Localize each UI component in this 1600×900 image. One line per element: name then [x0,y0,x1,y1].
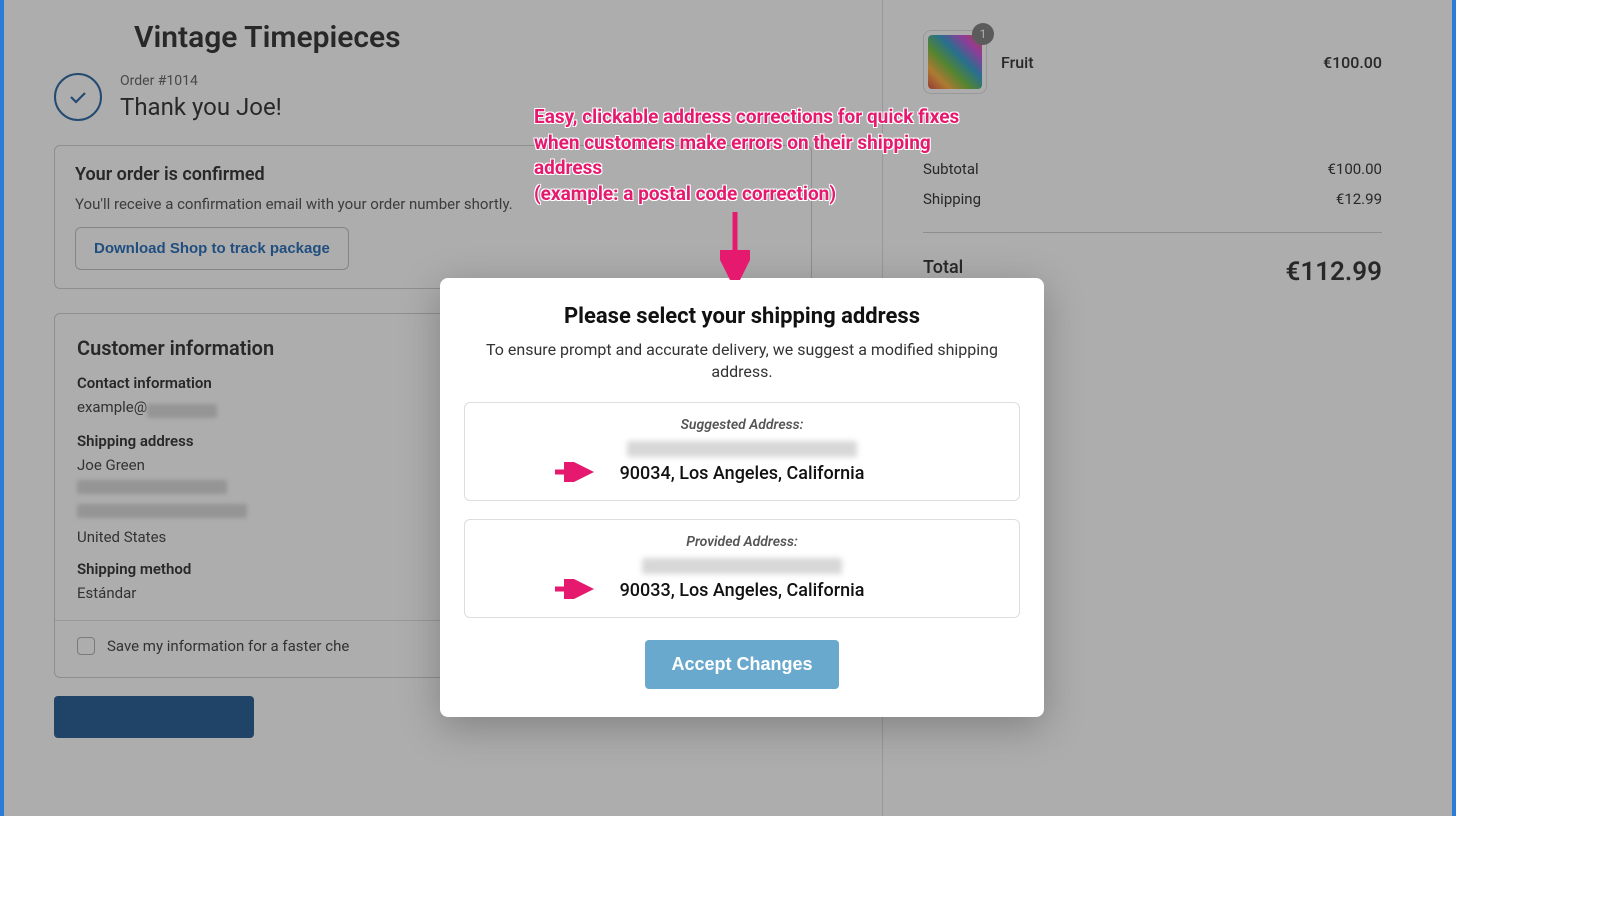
provided-address-label: Provided Address: [475,534,1009,550]
arrow-right-icon [553,462,597,486]
annotation-arrow-icon [720,210,750,284]
suggested-address-label: Suggested Address: [475,417,1009,433]
redacted-line [627,441,857,457]
modal-title: Please select your shipping address [464,304,1020,329]
address-correction-modal: Please select your shipping address To e… [440,278,1044,717]
arrow-right-icon [553,579,597,603]
suggested-address-option[interactable]: Suggested Address: 90034, Los Angeles, C… [464,402,1020,501]
annotation-callout: Easy, clickable address corrections for … [534,104,984,207]
redacted-line [642,558,842,574]
provided-address-option[interactable]: Provided Address: 90033, Los Angeles, Ca… [464,519,1020,618]
modal-description: To ensure prompt and accurate delivery, … [464,339,1020,384]
accept-changes-button[interactable]: Accept Changes [645,640,838,689]
